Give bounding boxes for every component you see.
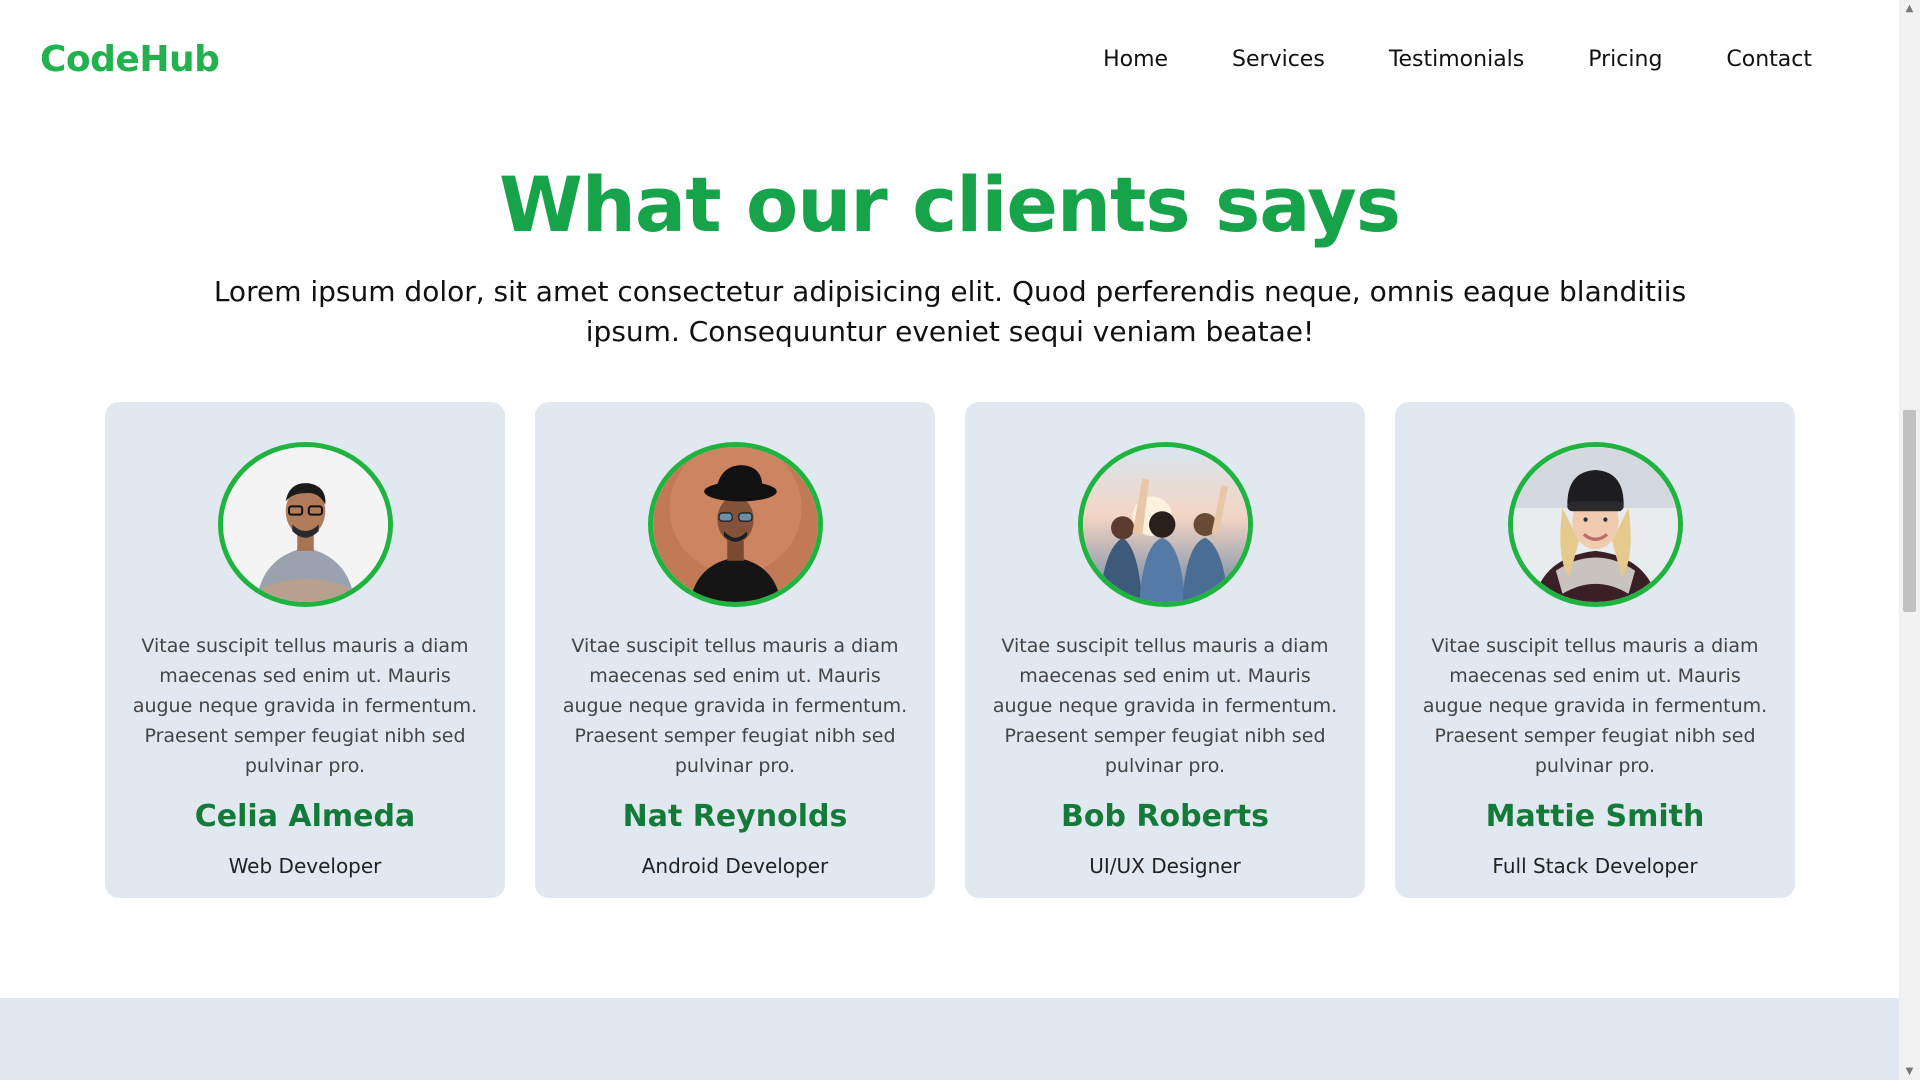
nav-link-home[interactable]: Home [1103,47,1168,72]
avatar [1507,442,1683,607]
navbar: CodeHub Home Services Testimonials Prici… [0,0,1899,118]
testimonial-role: Full Stack Developer [1492,854,1698,878]
testimonial-cards: Vitae suscipit tellus mauris a diam maec… [105,402,1795,898]
testimonial-role: Web Developer [228,854,382,878]
testimonial-role: Android Developer [641,854,829,878]
man-glasses-grey-tshirt-photo [222,447,388,602]
woman-beanie-scarf-photo [1512,447,1678,602]
group-of-friends-photo [1082,447,1248,602]
testimonial-role: UI/UX Designer [1089,854,1241,878]
testimonial-name: Mattie Smith [1485,799,1705,834]
avatar [1077,442,1253,607]
scroll-down-arrow-icon[interactable]: ▼ [1899,1063,1920,1080]
section-title: What our clients says [498,160,1401,249]
testimonial-name: Celia Almeda [194,799,416,834]
testimonial-quote: Vitae suscipit tellus mauris a diam maec… [1422,635,1768,777]
testimonial-card: Vitae suscipit tellus mauris a diam maec… [1395,402,1795,898]
testimonial-quote: Vitae suscipit tellus mauris a diam maec… [132,635,478,777]
logo[interactable]: CodeHub [40,39,220,80]
nav-link-contact[interactable]: Contact [1726,47,1812,72]
nav-link-services[interactable]: Services [1232,47,1325,72]
avatar [647,442,823,607]
next-section-band [0,998,1899,1080]
section-subtitle: Lorem ipsum dolor, sit amet consectetur … [213,275,1687,348]
nav-links: Home Services Testimonials Pricing Conta… [1103,47,1812,72]
vertical-scrollbar[interactable]: ▲ ▼ [1899,0,1920,1080]
testimonial-name: Bob Roberts [1061,799,1269,834]
testimonial-card: Vitae suscipit tellus mauris a diam maec… [535,402,935,898]
testimonial-quote: Vitae suscipit tellus mauris a diam maec… [562,635,908,777]
testimonial-name: Nat Reynolds [622,799,848,834]
avatar [217,442,393,607]
nav-link-testimonials[interactable]: Testimonials [1389,47,1524,72]
page: CodeHub Home Services Testimonials Prici… [0,0,1899,1080]
man-black-hat-photo [652,447,818,602]
scrollbar-thumb[interactable] [1903,410,1916,612]
scroll-up-arrow-icon[interactable]: ▲ [1899,0,1920,17]
testimonial-quote: Vitae suscipit tellus mauris a diam maec… [992,635,1338,777]
testimonial-card: Vitae suscipit tellus mauris a diam maec… [105,402,505,898]
nav-link-pricing[interactable]: Pricing [1588,47,1662,72]
testimonial-card: Vitae suscipit tellus mauris a diam maec… [965,402,1365,898]
